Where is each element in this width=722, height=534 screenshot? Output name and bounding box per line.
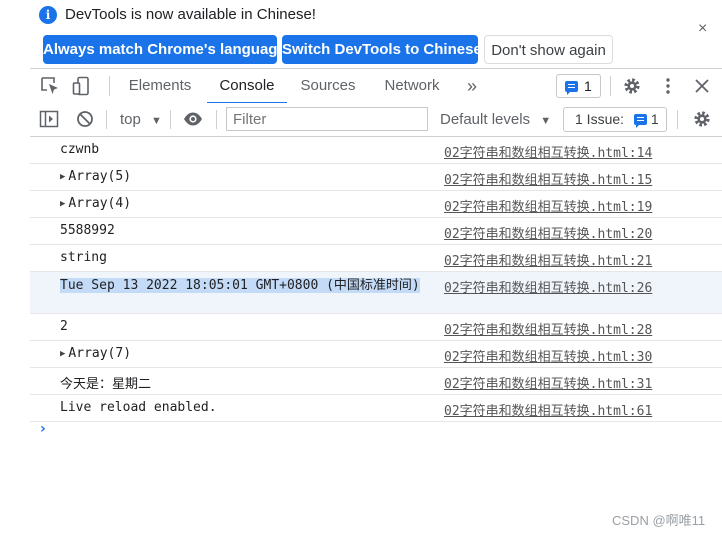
source-link[interactable]: 02字符串和数组相互转换.html:15 (444, 169, 652, 188)
close-devtools-icon[interactable] (692, 76, 712, 96)
tab-network[interactable]: Network (376, 69, 448, 103)
log-message[interactable]: Tue Sep 13 2022 18:05:01 GMT+0800 (中国标准时… (60, 277, 435, 295)
log-message[interactable]: Live reload enabled. (60, 400, 217, 415)
message-count: 1 (584, 78, 592, 94)
context-selector[interactable]: top ▼ (120, 103, 162, 136)
log-row: 今天是：星期二 02字符串和数组相互转换.html:31 (30, 368, 722, 395)
source-link[interactable]: 02字符串和数组相互转换.html:14 (444, 142, 652, 161)
source-link[interactable]: 02字符串和数组相互转换.html:26 (444, 277, 652, 296)
divider (216, 110, 217, 129)
settings-gear-icon[interactable] (622, 76, 642, 96)
log-row: ▶ Array(7) 02字符串和数组相互转换.html:30 (30, 341, 722, 368)
device-toolbar-icon[interactable] (72, 76, 92, 96)
source-link[interactable]: 02字符串和数组相互转换.html:21 (444, 250, 652, 269)
tab-elements[interactable]: Elements (122, 69, 198, 103)
source-link[interactable]: 02字符串和数组相互转换.html:19 (444, 196, 652, 215)
source-link[interactable]: 02字符串和数组相互转换.html:20 (444, 223, 652, 242)
log-row-selected: Tue Sep 13 2022 18:05:01 GMT+0800 (中国标准时… (30, 272, 722, 314)
language-infobar: i DevTools is now available in Chinese! … (30, 0, 722, 68)
issues-label: 1 Issue: (575, 111, 625, 127)
divider (106, 110, 107, 129)
tab-console[interactable]: Console (207, 69, 287, 104)
infobar-message: DevTools is now available in Chinese! (65, 6, 316, 23)
close-icon[interactable]: × (698, 20, 707, 38)
console-settings-gear-icon[interactable] (692, 109, 712, 129)
expand-triangle-icon[interactable]: ▶ (60, 172, 65, 182)
console-toolbar: top ▼ Default levels ▼ 1 Issue: 1 (30, 103, 722, 137)
issues-count: 1 (650, 111, 659, 127)
more-options-icon[interactable] (658, 76, 678, 96)
log-message[interactable]: 2 (60, 319, 68, 334)
log-object[interactable]: ▶ Array(4) (60, 196, 131, 211)
source-link[interactable]: 02字符串和数组相互转换.html:31 (444, 373, 652, 392)
source-link[interactable]: 02字符串和数组相互转换.html:28 (444, 319, 652, 338)
always-match-language-button[interactable]: Always match Chrome's language (43, 35, 286, 64)
log-message[interactable]: 今天是：星期二 (60, 373, 151, 392)
chevron-down-icon: ▼ (540, 115, 552, 127)
selected-text: Tue Sep 13 2022 18:05:01 GMT+0800 (中国标准时… (60, 278, 420, 293)
switch-to-chinese-button[interactable]: Switch DevTools to Chinese (282, 35, 482, 64)
context-label: top (120, 111, 141, 128)
divider (170, 110, 171, 129)
log-row: string 02字符串和数组相互转换.html:21 (30, 245, 722, 272)
expand-triangle-icon[interactable]: ▶ (60, 199, 65, 209)
live-expression-eye-icon[interactable] (183, 109, 203, 129)
messages-badge[interactable]: 1 (556, 74, 601, 98)
issue-message-icon (633, 114, 647, 128)
expand-triangle-icon[interactable]: ▶ (60, 349, 65, 359)
log-object[interactable]: ▶ Array(5) (60, 169, 131, 184)
message-icon (565, 81, 578, 95)
source-link[interactable]: 02字符串和数组相互转换.html:30 (444, 346, 652, 365)
divider (677, 110, 678, 129)
source-link[interactable]: 02字符串和数组相互转换.html:61 (444, 400, 652, 419)
info-icon: i (39, 6, 57, 24)
log-row: Live reload enabled. 02字符串和数组相互转换.html:6… (30, 395, 722, 422)
dont-show-again-button[interactable]: Don't show again (484, 35, 613, 64)
levels-label: Default levels (440, 111, 531, 128)
inspect-element-icon[interactable] (40, 76, 60, 96)
log-row: ▶ Array(5) 02字符串和数组相互转换.html:15 (30, 164, 722, 191)
console-log: czwnb 02字符串和数组相互转换.html:14 ▶ Array(5) 02字… (30, 137, 722, 422)
log-message[interactable]: czwnb (60, 142, 99, 157)
watermark: CSDN @啊唯11 (612, 513, 706, 528)
sidebar-toggle-icon[interactable] (39, 109, 59, 129)
divider (109, 76, 110, 96)
issues-button[interactable]: 1 Issue: 1 (563, 107, 667, 132)
log-row: ▶ Array(4) 02字符串和数组相互转换.html:19 (30, 191, 722, 218)
log-row: czwnb 02字符串和数组相互转换.html:14 (30, 137, 722, 164)
log-message[interactable]: string (60, 250, 107, 265)
log-message[interactable]: 5588992 (60, 223, 115, 238)
console-prompt-chevron-icon[interactable]: › (40, 421, 46, 437)
log-levels-dropdown[interactable]: Default levels ▼ (440, 103, 551, 136)
more-tabs-icon[interactable]: » (462, 69, 482, 103)
devtools-tab-bar: Elements Console Sources Network » 1 (30, 68, 722, 104)
clear-console-icon[interactable] (75, 109, 95, 129)
log-row: 5588992 02字符串和数组相互转换.html:20 (30, 218, 722, 245)
chevron-down-icon: ▼ (151, 115, 162, 127)
filter-input[interactable] (226, 107, 428, 131)
tab-sources[interactable]: Sources (294, 69, 362, 103)
log-object[interactable]: ▶ Array(7) (60, 346, 131, 361)
log-row: 2 02字符串和数组相互转换.html:28 (30, 314, 722, 341)
divider (610, 76, 611, 96)
